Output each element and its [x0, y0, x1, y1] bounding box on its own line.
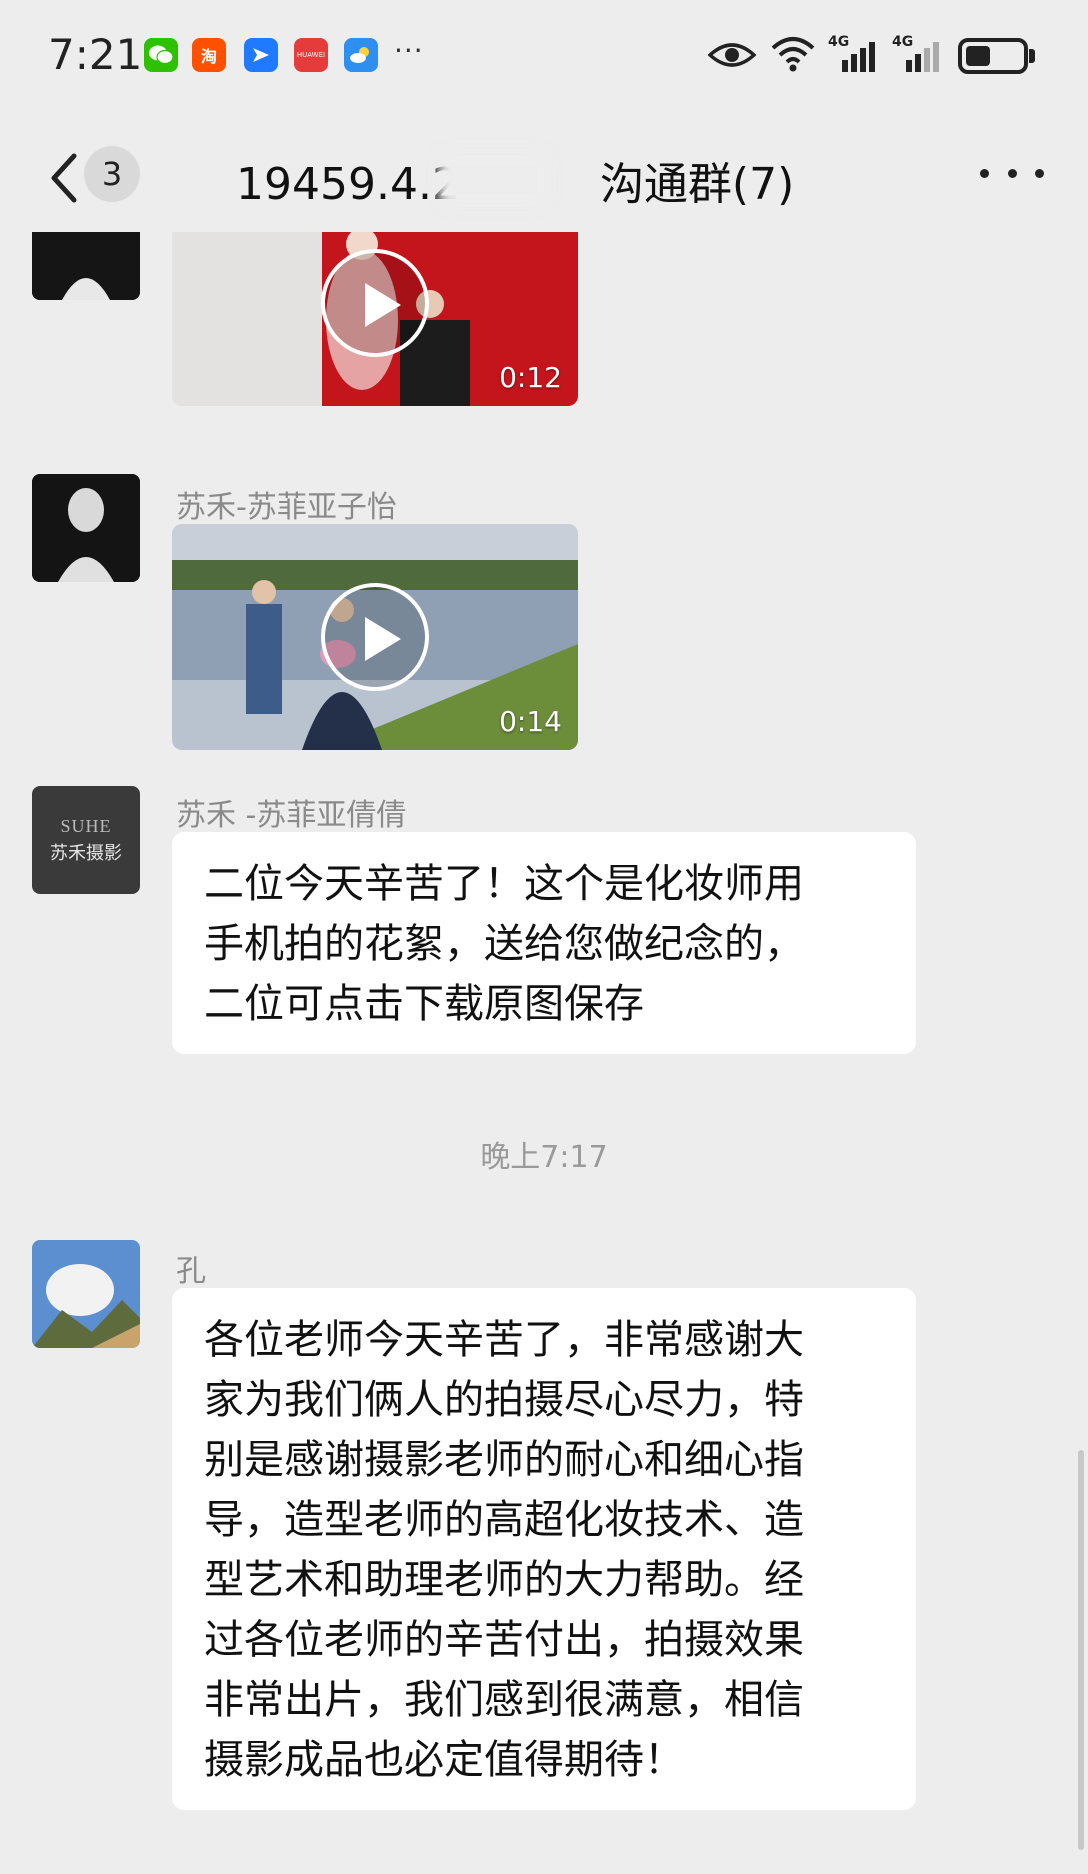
- sender-name: 苏禾 -苏菲亚倩倩: [176, 798, 407, 833]
- sender-avatar[interactable]: [32, 474, 140, 582]
- sender-name: 苏禾-苏菲亚子怡: [176, 490, 397, 525]
- chat-header: 3 19459.4.2 沟通群(7): [0, 120, 1088, 230]
- more-notifications-icon: ···: [394, 34, 424, 67]
- scrollbar[interactable]: [1078, 1450, 1084, 1850]
- chat-title-suffix: 沟通群(7): [599, 159, 795, 210]
- redacted-title-mask: [438, 150, 550, 208]
- avatar-logo-text-cn: 苏禾摄影: [50, 842, 122, 864]
- video-message[interactable]: 0:14: [172, 524, 578, 750]
- huawei-label: HUAWEI: [296, 51, 326, 59]
- status-time: 7:21: [48, 30, 143, 79]
- unread-count-badge[interactable]: 3: [84, 146, 140, 202]
- sender-avatar[interactable]: SUHE 苏禾摄影: [32, 786, 140, 894]
- signal-4g-icon: 4G: [828, 34, 880, 74]
- avatar-logo-text: SUHE: [60, 815, 112, 836]
- text-message-bubble[interactable]: 各位老师今天辛苦了，非常感谢大 家为我们俩人的拍摄尽心尽力，特 别是感谢摄影老师…: [172, 1288, 916, 1810]
- time-divider: 晚上7:17: [480, 1140, 608, 1175]
- weather-icon: [344, 38, 378, 72]
- taobao-icon: 淘: [192, 38, 226, 72]
- more-options-button[interactable]: [980, 148, 1044, 198]
- video-duration: 0:14: [499, 705, 562, 738]
- play-icon[interactable]: [321, 583, 429, 691]
- taobao-label: 淘: [200, 47, 217, 66]
- play-icon[interactable]: [321, 249, 429, 357]
- feishu-icon: [244, 38, 278, 72]
- signal-4g-icon-2: 4G: [892, 34, 944, 74]
- wifi-icon: [771, 37, 815, 72]
- video-message[interactable]: 0:12: [172, 232, 578, 406]
- sender-name: 孔: [176, 1254, 206, 1289]
- back-arrow-icon[interactable]: [44, 150, 84, 206]
- huawei-icon: HUAWEI: [294, 38, 328, 72]
- message-list[interactable]: 0:12 苏禾-苏菲亚子怡 0:14 SUHE 苏禾摄影 苏禾 -苏菲亚倩倩 二…: [0, 232, 1088, 1874]
- eye-icon: [708, 43, 756, 67]
- status-bar: 7:21 淘 HUAWEI ··· 4G 4G: [0, 0, 1088, 110]
- text-message-bubble[interactable]: 二位今天辛苦了！这个是化妆师用 手机拍的花絮，送给您做纪念的， 二位可点击下载原…: [172, 832, 916, 1054]
- chat-title-prefix: 19459.4.2: [236, 159, 460, 210]
- sender-avatar[interactable]: [32, 232, 140, 300]
- sender-avatar[interactable]: [32, 1240, 140, 1348]
- wechat-icon: [144, 38, 178, 72]
- battery-icon: [958, 38, 1036, 74]
- video-duration: 0:12: [499, 361, 562, 394]
